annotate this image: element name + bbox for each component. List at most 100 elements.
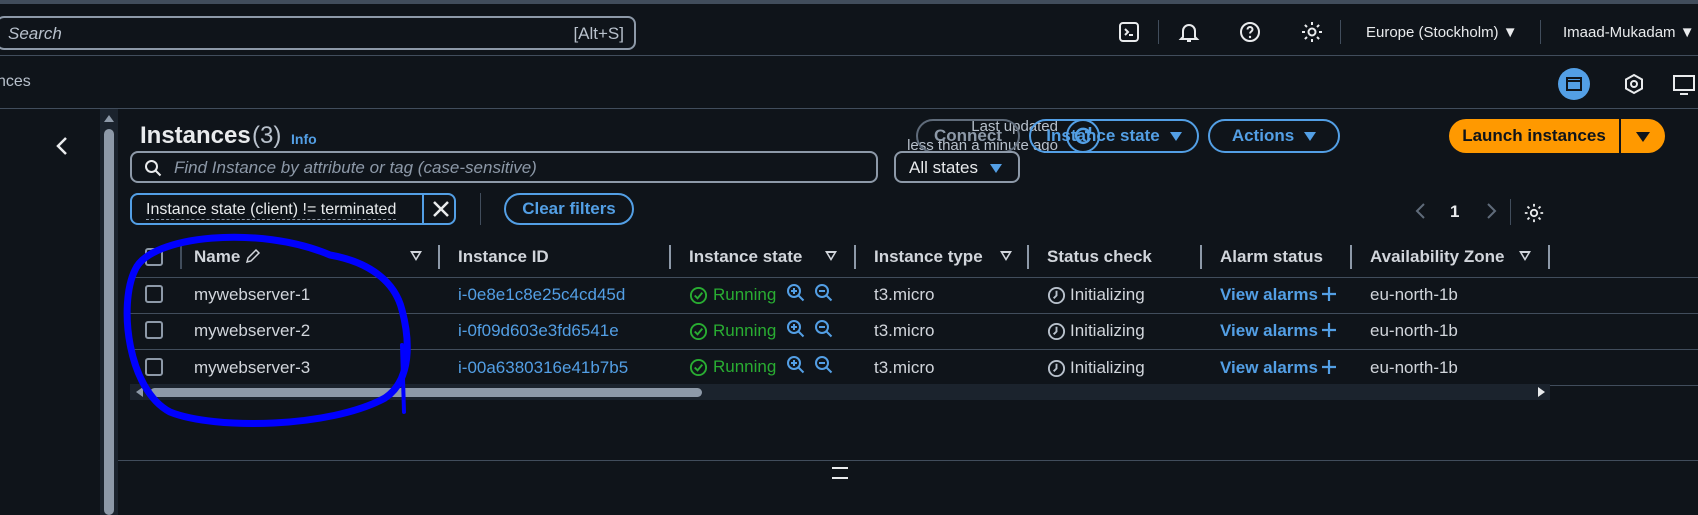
sort-icon[interactable] (1519, 251, 1531, 261)
chevron-left-icon[interactable] (1414, 201, 1428, 221)
cloudshell-icon[interactable] (1117, 20, 1141, 44)
actions-button[interactable]: Actions (1208, 119, 1340, 153)
column-header-name[interactable]: Name (194, 247, 240, 267)
sort-icon[interactable] (825, 251, 837, 261)
column-divider[interactable] (1548, 245, 1550, 269)
drag-handle-icon[interactable] (832, 467, 848, 479)
column-divider[interactable] (854, 245, 856, 269)
zoom-in-icon[interactable] (786, 319, 806, 344)
info-link[interactable]: Info (291, 131, 317, 147)
instance-state-running: Running (713, 321, 777, 340)
scroll-thumb[interactable] (150, 388, 702, 397)
search-input[interactable]: Search [Alt+S] (0, 16, 636, 50)
scroll-up-arrow[interactable] (104, 115, 114, 122)
column-header-instance-type[interactable]: Instance type (874, 247, 983, 267)
divider (480, 193, 481, 225)
zoom-in-icon[interactable] (786, 355, 806, 380)
panel-layout-icon[interactable] (1558, 68, 1590, 100)
chevron-right-icon[interactable] (1484, 201, 1498, 221)
scroll-left-arrow[interactable] (136, 387, 143, 397)
side-navigation (0, 109, 100, 515)
plus-icon[interactable] (1320, 285, 1338, 308)
instance-state-running: Running (713, 357, 777, 376)
availability-zone: eu-north-1b (1370, 358, 1458, 377)
launch-label: Launch instances (1462, 126, 1606, 145)
filter-token[interactable]: Instance state (client) != terminated (130, 193, 456, 225)
region-label: Europe (Stockholm) (1366, 24, 1499, 41)
screen-icon[interactable] (1668, 68, 1698, 100)
availability-zone: eu-north-1b (1370, 321, 1458, 340)
view-alarms-link[interactable]: View alarms (1220, 358, 1318, 378)
table-row[interactable]: mywebserver-2 i-0f09d603e3fd6541e Runnin… (130, 313, 1698, 350)
launch-instances-button[interactable]: Launch instances (1449, 119, 1619, 153)
select-all-checkbox[interactable] (145, 248, 163, 266)
scroll-right-arrow[interactable] (1538, 387, 1545, 397)
check-circle-icon (689, 322, 708, 346)
plus-icon[interactable] (1320, 358, 1338, 381)
clock-icon (1047, 322, 1066, 346)
column-header-status-check[interactable]: Status check (1047, 247, 1152, 267)
column-divider[interactable] (438, 245, 440, 269)
plus-icon[interactable] (1320, 321, 1338, 344)
column-divider[interactable] (1027, 245, 1029, 269)
column-header-alarm-status[interactable]: Alarm status (1220, 247, 1323, 267)
table-row[interactable]: mywebserver-3 i-00a6380316e41b7b5 Runnin… (130, 349, 1698, 386)
caret-down-icon (990, 164, 1002, 173)
sort-icon[interactable] (410, 251, 422, 261)
hexagon-icon[interactable] (1618, 68, 1650, 100)
view-alarms-link[interactable]: View alarms (1220, 285, 1318, 305)
states-value: All states (909, 158, 978, 177)
zoom-out-icon[interactable] (814, 355, 834, 380)
view-alarms-link[interactable]: View alarms (1220, 321, 1318, 341)
page-number[interactable]: 1 (1450, 202, 1459, 222)
actions-label: Actions (1231, 126, 1295, 145)
row-checkbox[interactable] (145, 358, 163, 376)
column-header-instance-state[interactable]: Instance state (689, 247, 802, 267)
sort-icon[interactable] (1000, 251, 1012, 261)
status-check: Initializing (1070, 358, 1145, 377)
launch-dropdown-button[interactable] (1621, 119, 1665, 153)
column-divider[interactable] (1200, 245, 1202, 269)
gear-icon[interactable] (1523, 202, 1545, 224)
instance-count: (3) (252, 122, 282, 149)
states-select[interactable]: All states (894, 151, 1020, 183)
bell-icon[interactable] (1177, 20, 1201, 44)
instance-state-button[interactable]: Instance state (1029, 119, 1199, 153)
account-menu[interactable]: Imaad-Mukadam ▼ (1563, 24, 1695, 41)
column-header-availability-zone[interactable]: Availability Zone (1370, 247, 1504, 267)
gear-icon[interactable] (1300, 20, 1324, 44)
find-instance-input[interactable]: Find Instance by attribute or tag (case-… (130, 151, 878, 183)
instance-state-label: Instance state (1046, 126, 1160, 145)
connect-button[interactable]: Connect (916, 119, 1020, 153)
connect-label: Connect (934, 126, 1002, 145)
zoom-in-icon[interactable] (786, 283, 806, 308)
row-checkbox[interactable] (145, 321, 163, 339)
instance-id-link[interactable]: i-0e8e1c8e25c4cd45d (458, 285, 625, 305)
vertical-scrollbar[interactable] (100, 109, 118, 515)
caret-down-icon (1636, 132, 1650, 142)
instance-name: mywebserver-1 (194, 285, 311, 304)
scroll-thumb[interactable] (104, 129, 114, 515)
chevron-left-icon[interactable] (52, 134, 72, 158)
column-divider[interactable] (669, 245, 671, 269)
check-circle-icon (689, 286, 708, 310)
clear-filters-button[interactable]: Clear filters (504, 193, 634, 225)
instance-id-link[interactable]: i-00a6380316e41b7b5 (458, 358, 628, 378)
region-selector[interactable]: Europe (Stockholm) ▼ (1366, 24, 1518, 41)
instance-name: mywebserver-2 (194, 321, 311, 340)
check-circle-icon (689, 358, 708, 382)
table-row[interactable]: mywebserver-1 i-0e8e1c8e25c4cd45d Runnin… (130, 277, 1698, 314)
help-icon[interactable] (1238, 20, 1262, 44)
zoom-out-icon[interactable] (814, 319, 834, 344)
column-header-instance-id[interactable]: Instance ID (458, 247, 549, 267)
filter-token-label: Instance state (client) != terminated (146, 201, 397, 220)
zoom-out-icon[interactable] (814, 283, 834, 308)
close-icon[interactable] (422, 195, 458, 223)
column-divider[interactable] (1350, 245, 1352, 269)
breadcrumb[interactable]: nces (0, 73, 31, 91)
horizontal-scrollbar[interactable] (130, 384, 1550, 400)
caret-down-icon (1169, 132, 1182, 142)
instance-id-link[interactable]: i-0f09d603e3fd6541e (458, 321, 619, 341)
clock-icon (1047, 286, 1066, 310)
row-checkbox[interactable] (145, 285, 163, 303)
